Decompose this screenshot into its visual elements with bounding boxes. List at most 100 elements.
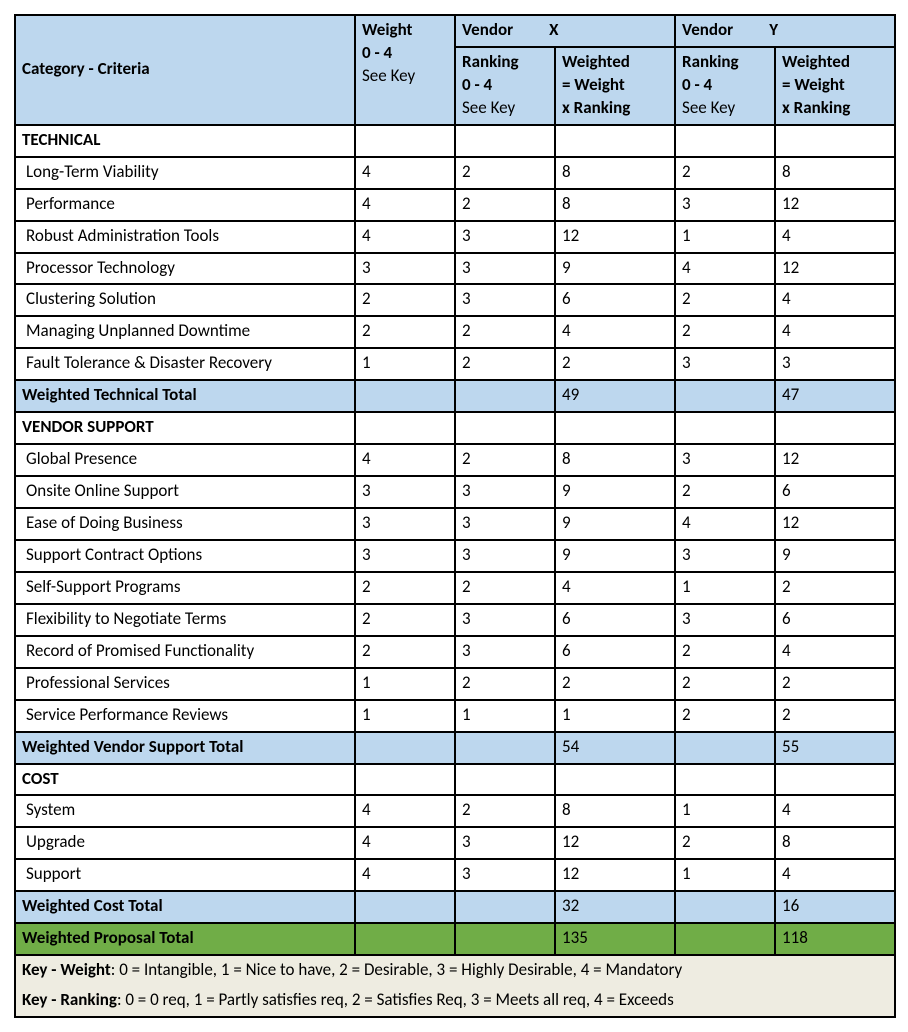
weighted-x-cell: 4 <box>555 572 675 604</box>
total-y-cell: 16 <box>775 891 895 923</box>
weight-cell: 1 <box>355 700 455 732</box>
criteria-cell: Global Presence <box>15 444 355 476</box>
weighted-y-cell: 12 <box>775 189 895 221</box>
table-row: Professional Services12222 <box>15 668 895 700</box>
ranking-x-cell: 2 <box>455 572 555 604</box>
table-row: Managing Unplanned Downtime22424 <box>15 316 895 348</box>
table-row: Service Performance Reviews11122 <box>15 700 895 732</box>
weighted-x-cell: 9 <box>555 253 675 285</box>
total-x-cell: 49 <box>555 380 675 412</box>
ranking-y-cell: 2 <box>675 700 775 732</box>
header-ranking-y-l3: See Key <box>682 97 735 118</box>
ranking-y-cell: 2 <box>675 157 775 189</box>
section-total-row: Weighted Vendor Support Total5455 <box>15 732 895 764</box>
section-total-row: Weighted Cost Total 32 16 <box>15 891 895 923</box>
ranking-x-cell: 2 <box>455 444 555 476</box>
ranking-x-cell: 2 <box>455 668 555 700</box>
header-vendor-y-letter: Y <box>769 19 778 40</box>
weight-cell: 1 <box>355 668 455 700</box>
ranking-x-cell: 3 <box>455 540 555 572</box>
weighted-x-cell: 9 <box>555 508 675 540</box>
criteria-cell: Clustering Solution <box>15 284 355 316</box>
header-weighted-y-l2: = Weight <box>782 74 845 95</box>
empty-cell <box>675 764 775 796</box>
total-label: Weighted Technical Total <box>15 380 355 412</box>
header-ranking-x-l1: Ranking <box>462 51 519 72</box>
weighted-y-cell: 6 <box>775 476 895 508</box>
ranking-y-cell: 3 <box>675 348 775 380</box>
weighted-y-cell: 2 <box>775 700 895 732</box>
table-row: Support431214 <box>15 859 895 891</box>
weight-cell: 2 <box>355 572 455 604</box>
total-x-cell: 32 <box>555 891 675 923</box>
weight-cell: 2 <box>355 604 455 636</box>
vendor-evaluation-table: Category - Criteria Weight 0 - 4 See Key… <box>14 14 896 1018</box>
total-label: Weighted Cost Total <box>15 891 355 923</box>
ranking-y-cell: 3 <box>675 604 775 636</box>
weighted-x-cell: 8 <box>555 189 675 221</box>
empty-cell <box>675 891 775 923</box>
weighted-y-cell: 12 <box>775 508 895 540</box>
criteria-cell: Service Performance Reviews <box>15 700 355 732</box>
weighted-x-cell: 12 <box>555 827 675 859</box>
table-row: Fault Tolerance & Disaster Recovery12233 <box>15 348 895 380</box>
empty-cell <box>675 923 775 955</box>
empty-cell <box>775 125 895 157</box>
header-vendor-x-letter: X <box>549 19 558 40</box>
weighted-x-cell: 4 <box>555 316 675 348</box>
weighted-x-cell: 2 <box>555 668 675 700</box>
criteria-cell: Robust Administration Tools <box>15 221 355 253</box>
ranking-y-cell: 3 <box>675 540 775 572</box>
ranking-y-cell: 3 <box>675 444 775 476</box>
section-title: TECHNICAL <box>15 125 355 157</box>
ranking-x-cell: 3 <box>455 859 555 891</box>
ranking-x-cell: 3 <box>455 636 555 668</box>
weighted-y-cell: 4 <box>775 859 895 891</box>
empty-cell <box>355 380 455 412</box>
weighted-x-cell: 8 <box>555 795 675 827</box>
weighted-x-cell: 8 <box>555 157 675 189</box>
criteria-cell: Long-Term Viability <box>15 157 355 189</box>
criteria-cell: Onsite Online Support <box>15 476 355 508</box>
proposal-total-row: Weighted Proposal Total135118 <box>15 923 895 955</box>
weighted-y-cell: 4 <box>775 221 895 253</box>
weighted-x-cell: 6 <box>555 604 675 636</box>
ranking-x-cell: 3 <box>455 284 555 316</box>
weighted-y-cell: 12 <box>775 444 895 476</box>
empty-cell <box>775 764 895 796</box>
header-weighted-x-l3: x Ranking <box>562 97 630 118</box>
table-row: Upgrade431228 <box>15 827 895 859</box>
ranking-y-cell: 2 <box>675 476 775 508</box>
weighted-y-cell: 4 <box>775 795 895 827</box>
weight-cell: 1 <box>355 348 455 380</box>
weight-cell: 2 <box>355 284 455 316</box>
ranking-y-cell: 1 <box>675 572 775 604</box>
header-ranking-x: Ranking 0 - 4 See Key <box>455 47 555 125</box>
ranking-y-cell: 1 <box>675 859 775 891</box>
weighted-x-cell: 1 <box>555 700 675 732</box>
criteria-cell: Professional Services <box>15 668 355 700</box>
table-row: Robust Administration Tools431214 <box>15 221 895 253</box>
empty-cell <box>355 764 455 796</box>
empty-cell <box>675 380 775 412</box>
header-criteria: Category - Criteria <box>15 15 355 125</box>
empty-cell <box>555 412 675 444</box>
table-row: Performance428312 <box>15 189 895 221</box>
table-row: Onsite Online Support33926 <box>15 476 895 508</box>
weight-cell: 3 <box>355 540 455 572</box>
header-weighted-x-l2: = Weight <box>562 74 625 95</box>
ranking-y-cell: 2 <box>675 668 775 700</box>
weight-cell: 4 <box>355 859 455 891</box>
weighted-y-cell: 9 <box>775 540 895 572</box>
weighted-y-cell: 8 <box>775 827 895 859</box>
weighted-y-cell: 6 <box>775 604 895 636</box>
empty-cell <box>455 412 555 444</box>
weighted-x-cell: 6 <box>555 284 675 316</box>
header-ranking-x-l3: See Key <box>462 97 515 118</box>
ranking-y-cell: 2 <box>675 316 775 348</box>
empty-cell <box>455 891 555 923</box>
empty-cell <box>355 732 455 764</box>
table-row: Self-Support Programs22412 <box>15 572 895 604</box>
header-vendor-x: VendorX <box>455 15 675 47</box>
header-weighted-x-l1: Weighted <box>562 51 630 72</box>
